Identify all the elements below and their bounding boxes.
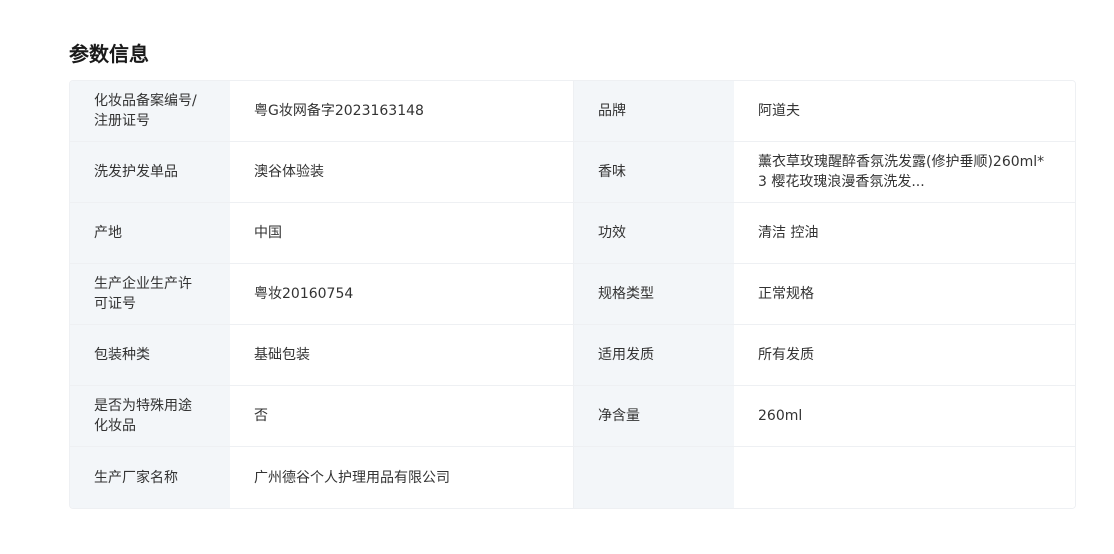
- params-row-filing-number: 化妆品备案编号/注册证号 粤G妆网备字2023163148 品牌 阿道夫: [70, 81, 1075, 142]
- param-label-net-content: 净含量: [574, 386, 734, 446]
- param-label-packaging: 包装种类: [70, 325, 230, 385]
- param-label-origin: 产地: [70, 203, 230, 263]
- param-value-product: 澳谷体验装: [230, 142, 574, 202]
- params-row-license: 生产企业生产许可证号 粤妆20160754 规格类型 正常规格: [70, 264, 1075, 325]
- param-value-special-use: 否: [230, 386, 574, 446]
- param-value-manufacturer: 广州德谷个人护理用品有限公司: [230, 447, 574, 508]
- param-label-scent: 香味: [574, 142, 734, 202]
- param-label-filing-number: 化妆品备案编号/注册证号: [70, 81, 230, 141]
- param-value-scent: 薰衣草玫瑰醒醉香氛洗发露(修护垂顺)260ml*3 樱花玫瑰浪漫香氛洗发...: [734, 142, 1075, 202]
- section-title: 参数信息: [69, 42, 149, 66]
- param-label-effect: 功效: [574, 203, 734, 263]
- param-value-net-content: 260ml: [734, 386, 1075, 446]
- params-row-product: 洗发护发单品 澳谷体验装 香味 薰衣草玫瑰醒醉香氛洗发露(修护垂顺)260ml*…: [70, 142, 1075, 203]
- param-value-brand: 阿道夫: [734, 81, 1075, 141]
- params-table: 化妆品备案编号/注册证号 粤G妆网备字2023163148 品牌 阿道夫 洗发护…: [69, 80, 1076, 509]
- param-value-effect: 清洁 控油: [734, 203, 1075, 263]
- params-row-special-use: 是否为特殊用途化妆品 否 净含量 260ml: [70, 386, 1075, 447]
- params-row-packaging: 包装种类 基础包装 适用发质 所有发质: [70, 325, 1075, 386]
- params-row-manufacturer: 生产厂家名称 广州德谷个人护理用品有限公司: [70, 447, 1075, 508]
- param-value-empty: [734, 447, 1075, 508]
- param-label-product: 洗发护发单品: [70, 142, 230, 202]
- param-value-hair-type: 所有发质: [734, 325, 1075, 385]
- param-label-manufacturer: 生产厂家名称: [70, 447, 230, 508]
- param-value-filing-number: 粤G妆网备字2023163148: [230, 81, 574, 141]
- param-label-license: 生产企业生产许可证号: [70, 264, 230, 324]
- param-label-spec-type: 规格类型: [574, 264, 734, 324]
- param-label-special-use: 是否为特殊用途化妆品: [70, 386, 230, 446]
- param-value-license: 粤妆20160754: [230, 264, 574, 324]
- param-value-origin: 中国: [230, 203, 574, 263]
- params-row-origin: 产地 中国 功效 清洁 控油: [70, 203, 1075, 264]
- param-label-hair-type: 适用发质: [574, 325, 734, 385]
- param-label-brand: 品牌: [574, 81, 734, 141]
- param-label-empty: [574, 447, 734, 508]
- param-value-spec-type: 正常规格: [734, 264, 1075, 324]
- param-value-packaging: 基础包装: [230, 325, 574, 385]
